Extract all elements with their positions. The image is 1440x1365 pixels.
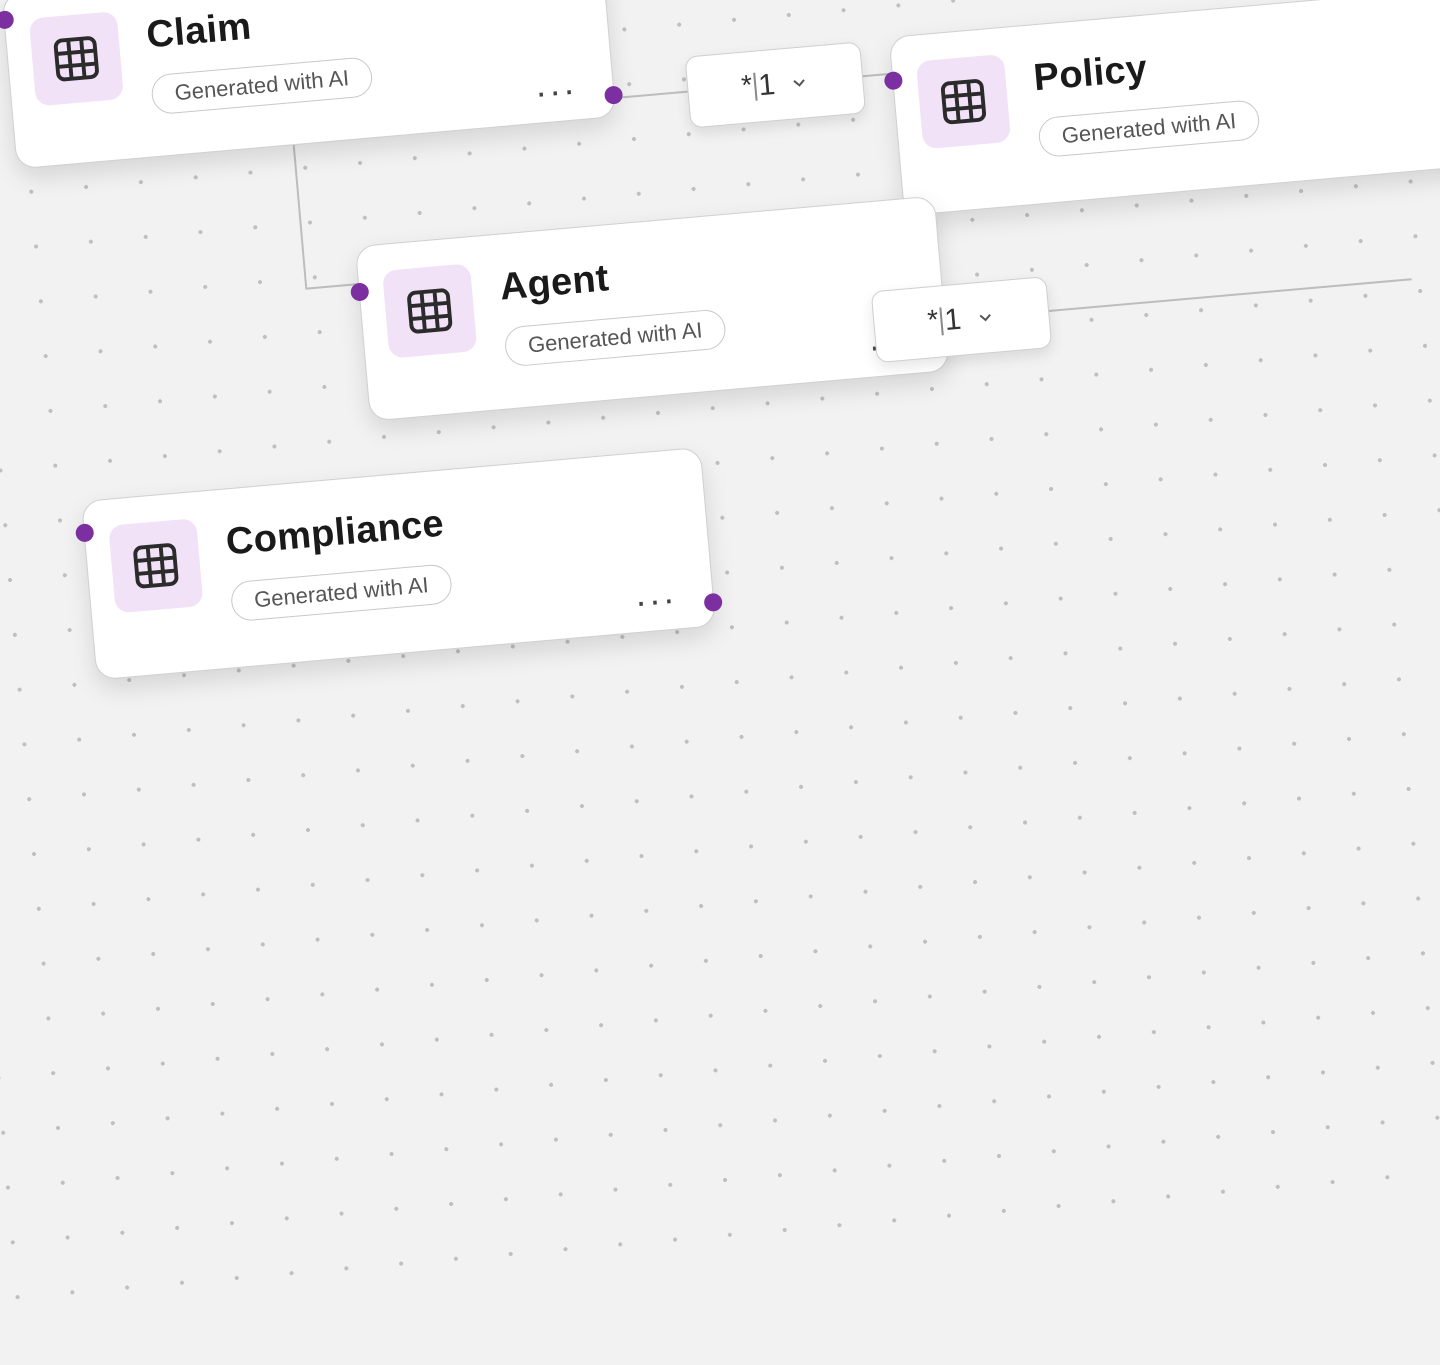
ai-badge: Generated with AI xyxy=(503,308,727,367)
cardinality-label: * 1 xyxy=(740,68,776,105)
table-icon xyxy=(382,263,477,358)
relationship-selector[interactable]: * 1 xyxy=(871,276,1053,363)
cardinality-label: * 1 xyxy=(926,303,962,340)
relationship-selector[interactable]: * 1 xyxy=(685,41,867,128)
chevron-down-icon xyxy=(788,72,810,94)
table-icon xyxy=(916,54,1011,149)
card-title: Agent xyxy=(498,248,722,310)
ai-badge: Generated with AI xyxy=(150,56,374,115)
card-title: Claim xyxy=(145,0,369,57)
chevron-down-icon xyxy=(974,307,996,329)
table-icon xyxy=(29,11,124,106)
ai-badge: Generated with AI xyxy=(230,563,454,622)
more-menu-button[interactable]: ··· xyxy=(635,599,677,603)
ai-badge: Generated with AI xyxy=(1037,99,1261,158)
card-title: Policy xyxy=(1032,38,1256,100)
more-menu-button[interactable]: ··· xyxy=(535,89,577,93)
table-icon xyxy=(108,518,203,613)
card-title: Compliance xyxy=(224,502,448,564)
